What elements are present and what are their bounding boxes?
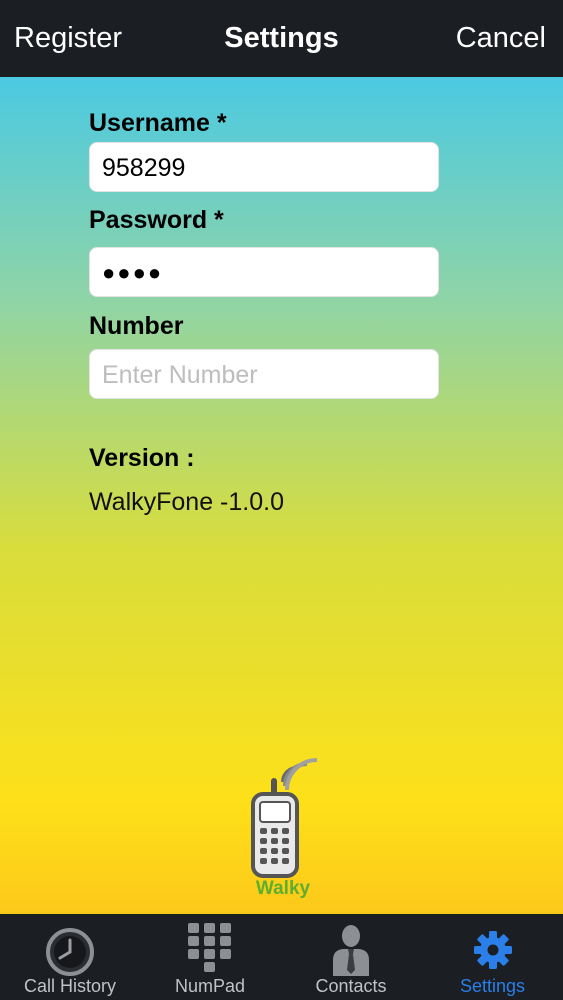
gear-icon [473, 930, 513, 975]
cancel-button[interactable]: Cancel [456, 22, 546, 55]
version-value: WalkyFone -1.0.0 [89, 488, 284, 516]
version-label: Version : [89, 444, 195, 472]
nav-bar: Register Settings Cancel [0, 0, 563, 77]
tab-label-numpad: NumPad [174, 976, 246, 996]
password-label: Password * [89, 206, 224, 234]
username-label: Username * [89, 109, 227, 137]
walky-phone-icon [251, 758, 318, 878]
tab-label-settings: Settings [459, 976, 526, 996]
username-field[interactable]: 958299 [89, 142, 439, 192]
logo-text: Walky [255, 878, 311, 899]
walky-logo: Walky [245, 756, 321, 900]
clock-icon [44, 926, 96, 983]
register-button[interactable]: Register [14, 22, 122, 55]
tab-label-contacts: Contacts [315, 976, 387, 996]
tab-settings[interactable]: Settings [422, 914, 563, 1000]
password-field[interactable]: ●●●● [89, 247, 439, 297]
username-value: 958299 [102, 154, 186, 182]
tab-call-history[interactable]: Call History [0, 914, 140, 1000]
tab-contacts[interactable]: Contacts [280, 914, 422, 1000]
tab-bar: Call History NumPad Contacts Settings [0, 914, 563, 1000]
password-mask: ●●●● [102, 260, 164, 285]
page-title: Settings [224, 22, 339, 54]
settings-screen: Register Settings Cancel Username * 9582… [0, 0, 563, 1000]
number-field[interactable]: Enter Number [89, 349, 439, 399]
tab-numpad[interactable]: NumPad [140, 914, 280, 1000]
keypad-icon [187, 922, 233, 977]
contact-person-icon [331, 924, 371, 981]
number-placeholder: Enter Number [102, 361, 258, 389]
number-label: Number [89, 312, 184, 340]
tab-label-call-history: Call History [23, 976, 116, 996]
